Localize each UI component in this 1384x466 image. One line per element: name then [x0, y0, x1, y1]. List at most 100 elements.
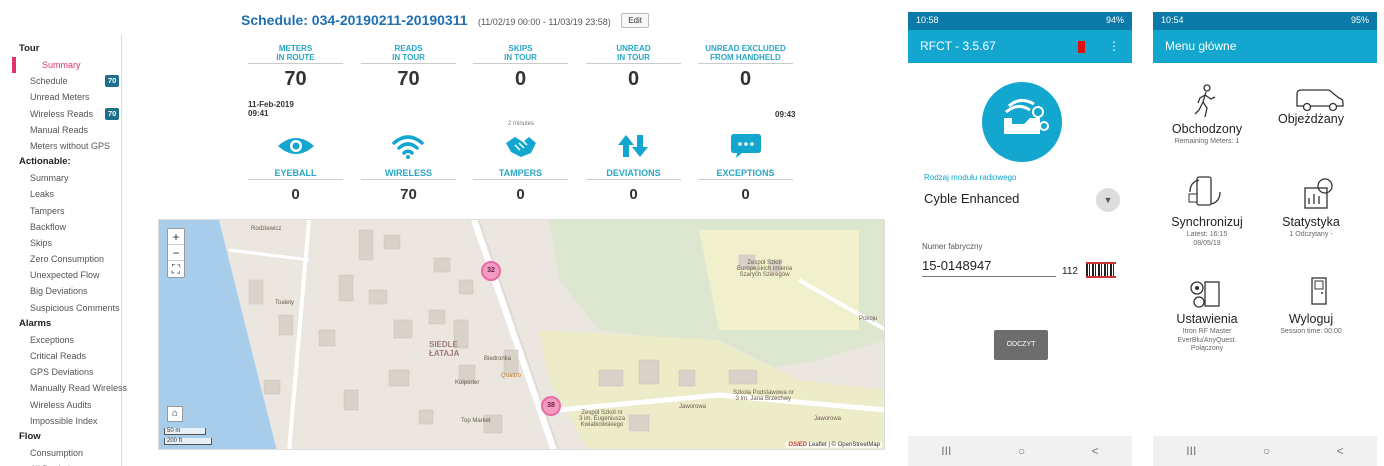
sidebar-item[interactable]: Wireless Audits	[0, 397, 121, 413]
map-cluster[interactable]: 38	[541, 396, 561, 416]
sidebar-item[interactable]: Unread Meters	[0, 89, 121, 105]
stat-value: 70	[284, 68, 307, 90]
serial-input[interactable]: 15-0148947	[922, 258, 991, 273]
rf-module-icon	[982, 82, 1062, 162]
nav-back-button[interactable]: <	[1092, 444, 1099, 458]
nav-home-button[interactable]: ○	[1018, 444, 1025, 458]
stat-label: UNREAD EXCLUDED FROM HANDHELD	[698, 44, 793, 64]
map-label: Top Market	[461, 418, 491, 424]
fullscreen-icon[interactable]: ⛶	[168, 261, 184, 277]
wifi-icon	[392, 135, 424, 159]
stat-value: 0	[627, 68, 640, 90]
overflow-menu-icon[interactable]: ⋮	[1108, 39, 1120, 53]
sidebar-item[interactable]: Exceptions	[0, 332, 121, 348]
serial-underline	[922, 276, 1056, 277]
menu-item-subtitle: Itron RF Master EverBlu/AnyQuest. Połącz…	[1177, 328, 1237, 352]
menu-item[interactable]: Obchodzony Remaining Meters: 1	[1157, 122, 1257, 147]
status-battery: 94%	[1105, 15, 1124, 25]
sidebar-item-label: Backflow	[30, 221, 67, 232]
stat-value: 70	[397, 68, 420, 90]
sidebar-item-label: Skips	[30, 237, 53, 248]
sidebar-item-label: GPS Deviations	[30, 367, 94, 378]
chat-bubble-icon	[731, 134, 761, 158]
zoom-in-button[interactable]: +	[168, 229, 184, 245]
event-card[interactable]: TAMPERS 0	[473, 166, 568, 203]
timeline-end-time: 09:43	[775, 110, 796, 119]
sidebar-item[interactable]: Leaks	[0, 186, 121, 202]
home-icon[interactable]: ⌂	[167, 406, 183, 422]
event-label: TAMPERS	[473, 166, 568, 180]
menu-item[interactable]: Objeżdżany	[1261, 112, 1361, 128]
sidebar-item[interactable]: Tampers	[0, 203, 121, 219]
sidebar-item[interactable]: Skips	[0, 235, 121, 251]
stat-label: UNREAD IN TOUR	[586, 44, 681, 64]
nav-recent-button[interactable]: III	[941, 444, 951, 458]
menu-item[interactable]: Synchronizuj Latest: 16:15 08/05/19	[1157, 215, 1257, 248]
sidebar-item[interactable]: Impossible Index	[0, 413, 121, 429]
sidebar-item[interactable]: Summary	[12, 57, 121, 74]
edit-button[interactable]: Edit	[621, 13, 649, 29]
menu-item[interactable]: Wyloguj Session time: 00:00	[1261, 312, 1361, 337]
sidebar-item[interactable]: Schedule 70	[0, 73, 121, 89]
sidebar-item-label: Consumption	[30, 447, 84, 458]
map[interactable]: + − ⛶ ⌂ 50 m 200 ft OSIED Leaflet | © Op…	[158, 219, 885, 450]
sidebar-item-label: Wireless Audits	[30, 399, 92, 410]
event-value: 0	[516, 186, 525, 203]
module-select[interactable]: Cyble Enhanced	[924, 191, 1019, 206]
sidebar-item-label: Summary	[30, 173, 69, 184]
menu-item-title: Synchronizuj	[1171, 215, 1243, 229]
sidebar-item-label: Unexpected Flow	[30, 270, 100, 281]
sidebar-item[interactable]: Manually Read Wireless	[0, 380, 127, 396]
module-label: Rodzaj modułu radiowego	[924, 173, 1017, 182]
sidebar-item[interactable]: Critical Reads	[0, 348, 121, 364]
read-button[interactable]: ODCZYT	[994, 330, 1048, 360]
sidebar-item[interactable]: All Deviations	[0, 461, 121, 466]
event-label: DEVIATIONS	[586, 166, 681, 180]
statistics-icon	[1304, 178, 1333, 209]
sidebar-item[interactable]: Suspicious Comments	[0, 300, 121, 316]
nav-recent-button[interactable]: III	[1186, 444, 1196, 458]
zoom-out-button[interactable]: −	[168, 245, 184, 261]
schedule-header: Schedule: 034-20190211-20190311 (11/02/1…	[0, 12, 890, 30]
count-badge: 70	[105, 75, 120, 88]
event-card[interactable]: DEVIATIONS 0	[586, 166, 681, 203]
menu-item-title: Wyloguj	[1288, 312, 1334, 326]
map-watermark: OSIED	[788, 442, 807, 448]
status-bar: 10:54 95%	[1153, 12, 1377, 30]
event-card[interactable]: WIRELESS 70	[361, 166, 456, 203]
sidebar-item[interactable]: Consumption	[0, 445, 121, 461]
scale-feet: 200 ft	[164, 438, 212, 445]
sidebar-item[interactable]: Meters without GPS	[0, 138, 121, 154]
map-label: Quattro	[501, 373, 522, 379]
sidebar-item[interactable]: GPS Deviations	[0, 364, 121, 380]
status-battery: 95%	[1350, 15, 1369, 25]
chevron-down-icon[interactable]: ▼	[1096, 188, 1120, 212]
nav-back-button[interactable]: <	[1337, 444, 1344, 458]
sidebar-item-label: Zero Consumption	[30, 254, 105, 265]
sidebar-item-label: Unread Meters	[30, 92, 90, 103]
screenshot-root: Schedule: 034-20190211-20190311 (11/02/1…	[0, 0, 1384, 466]
sidebar-item[interactable]: Zero Consumption	[0, 251, 121, 267]
app-bar: Menu główne	[1153, 30, 1377, 63]
event-card[interactable]: EYEBALL 0	[248, 166, 343, 203]
map-cluster[interactable]: 32	[481, 261, 501, 281]
menu-item[interactable]: Statystyka 1 Odczytany -	[1261, 215, 1361, 240]
nav-home-button[interactable]: ○	[1263, 444, 1270, 458]
sidebar-item[interactable]: Unexpected Flow	[0, 267, 121, 283]
sidebar-item[interactable]: Wireless Reads 70	[0, 106, 121, 122]
settings-icon	[1190, 281, 1220, 308]
timeline-start-date: 11-Feb-2019	[248, 100, 294, 109]
sidebar-item-label: Schedule	[30, 76, 68, 87]
menu-item[interactable]: Ustawienia Itron RF Master EverBlu/AnyQue…	[1157, 312, 1257, 354]
event-card[interactable]: EXCEPTIONS 0	[698, 166, 793, 203]
map-label: Pokoju	[859, 316, 878, 322]
sidebar-item[interactable]: Big Deviations	[0, 283, 121, 299]
sidebar-item-label: Critical Reads	[30, 351, 87, 361]
sidebar-item[interactable]: Summary	[0, 170, 121, 186]
status-time: 10:54	[1161, 15, 1184, 25]
menu-item-subtitle: Latest: 16:15 08/05/19	[1186, 231, 1228, 247]
sidebar-item[interactable]: Manual Reads	[0, 122, 121, 138]
barcode-icon[interactable]	[1086, 262, 1116, 278]
sidebar-item[interactable]: Backflow	[0, 219, 121, 235]
phone-menu: 10:54 95% Menu główne Obchodzony Remaini…	[1153, 12, 1377, 466]
